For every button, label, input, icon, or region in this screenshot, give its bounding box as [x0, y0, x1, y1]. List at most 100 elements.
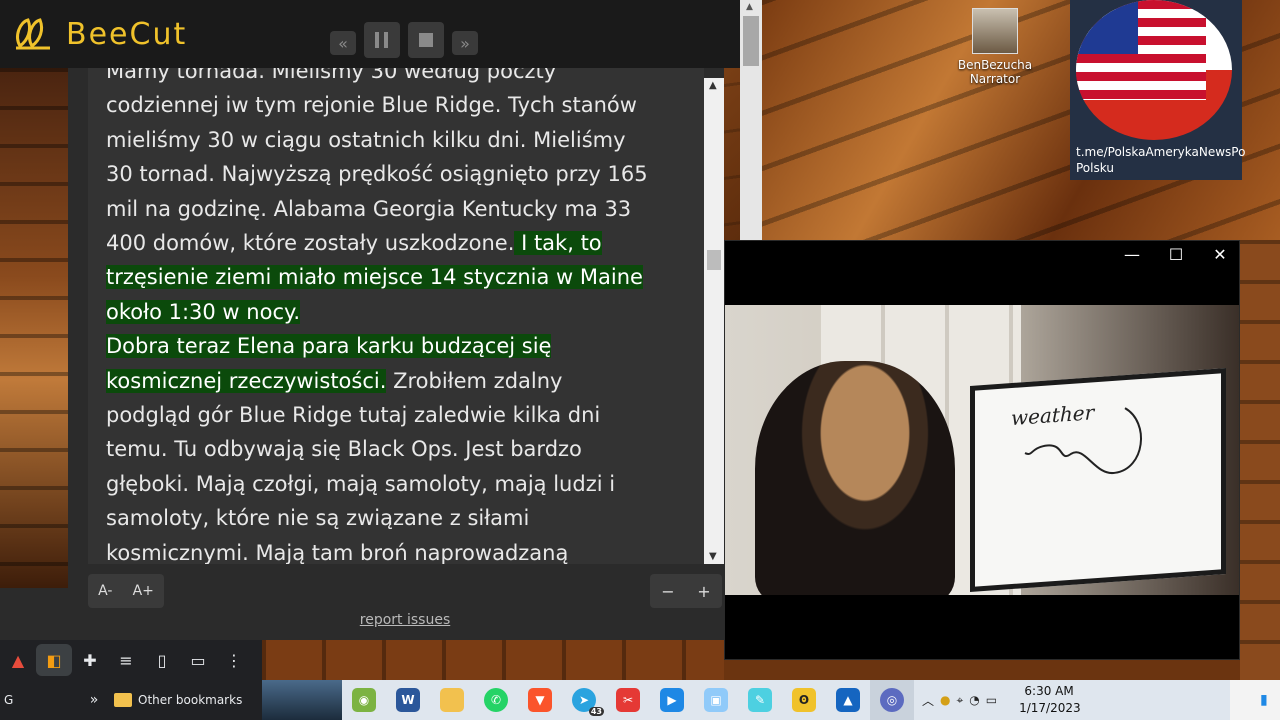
bookmarks-more-button[interactable]: » [74, 692, 114, 708]
taskbar-app-media[interactable]: ▶ [650, 680, 694, 720]
desktop-icon-label-line2: Narrator [969, 72, 1021, 86]
transcript-line: codziennej iw tym rejonie Blue Ridge. Ty… [106, 88, 686, 122]
transcript-segment: kosmicznymi. Mają tam broń naprowadzaną [106, 540, 569, 564]
taskbar-app-beecut[interactable]: ʘ [782, 680, 826, 720]
taskbar-app-whatsapp[interactable]: ✆ [474, 680, 518, 720]
bookmark-g[interactable]: G [4, 693, 74, 707]
system-clock[interactable]: 6:30 AM 1/17/2023 [1019, 683, 1081, 717]
scroll-down-icon[interactable]: ▼ [709, 551, 717, 562]
system-tray: ︿ ● ⌖ ◔ ▭ [922, 692, 997, 709]
forward-button[interactable]: » [452, 31, 478, 55]
taskbar-app-telegram[interactable]: ➤ 43 [562, 680, 606, 720]
zoom-controls: − + [650, 574, 722, 608]
folder-icon [440, 688, 464, 712]
font-larger-button[interactable]: A+ [133, 583, 154, 599]
taskbar-app-word[interactable]: W [386, 680, 430, 720]
scroll-up-icon[interactable]: ▲ [709, 80, 717, 91]
beecut-extension-icon[interactable]: ◧ [36, 644, 72, 676]
scrollbar-thumb[interactable] [743, 16, 759, 66]
battery-icon[interactable]: ▭ [986, 693, 997, 707]
app-title: BeeCut [66, 16, 188, 52]
other-bookmarks-folder[interactable]: Other bookmarks [114, 693, 242, 707]
media-playlist-icon[interactable]: ≡ [108, 644, 144, 676]
zoom-out-button[interactable]: − [661, 582, 674, 601]
transcript-line: Mamy tornada. Mieliśmy 30 według poczty [106, 68, 686, 88]
narrator-avatar [972, 8, 1018, 54]
whatsapp-icon: ✆ [484, 688, 508, 712]
taskbar-app-chrome[interactable]: ◎ [870, 680, 914, 720]
font-smaller-button[interactable]: A- [98, 583, 112, 599]
taskbar-app-explorer[interactable] [430, 680, 474, 720]
paint-icon: ▣ [704, 688, 728, 712]
video-window: — ☐ ✕ weather [724, 240, 1240, 660]
video-frame[interactable]: weather [725, 305, 1239, 595]
wifi-icon[interactable]: ◔ [969, 693, 979, 707]
flag-circle-icon [1076, 0, 1232, 140]
transcript-line: głęboki. Mają czołgi, mają samoloty, maj… [106, 467, 686, 501]
transcript-segment: Mamy tornada. Mieliśmy 30 według poczty [106, 68, 557, 83]
transcript-segment: około 1:30 w nocy. [106, 299, 301, 324]
us-flag-canton [1076, 0, 1138, 54]
taskbar-app-notes[interactable]: ✎ [738, 680, 782, 720]
taskbar-app-tools[interactable]: ✂ [606, 680, 650, 720]
report-issues-link[interactable]: report issues [68, 612, 742, 628]
bee-icon [16, 18, 50, 50]
brave-icon: ▼ [528, 688, 552, 712]
transcript-line: samoloty, które nie są związane z siłami [106, 501, 686, 535]
taskbar-app-android[interactable]: ◉ [342, 680, 386, 720]
transcript-scrollbar[interactable]: ▲ ▼ [704, 78, 724, 564]
browser-toolbar: ▲ ◧ ✚ ≡ ▯ ▭ ⋮ [0, 640, 262, 680]
page-scrollbar[interactable]: ▲ [740, 0, 762, 260]
transcript-segment: podgląd gór Blue Ridge tutaj zaledwie ki… [106, 403, 601, 428]
rewind-icon: « [338, 33, 348, 53]
wallpaper-wood-left [0, 68, 70, 588]
transcript-segment: temu. Tu odbywają się Black Ops. Jest ba… [106, 437, 582, 462]
left-panel-bg [0, 588, 68, 640]
stop-icon [419, 33, 433, 47]
minimize-icon[interactable]: — [1121, 245, 1143, 264]
close-icon[interactable]: ✕ [1209, 245, 1231, 264]
desktop-icon-label-line1: BenBezucha [957, 58, 1033, 72]
transcript-panel: Mamy tornada. Mieliśmy 30 według poczty c… [68, 68, 724, 640]
transcript-text-area[interactable]: Mamy tornada. Mieliśmy 30 według poczty c… [88, 68, 704, 564]
wallet-icon[interactable]: ▭ [180, 644, 216, 676]
taskbar-app-paint[interactable]: ▣ [694, 680, 738, 720]
transcript-line: podgląd gór Blue Ridge tutaj zaledwie ki… [106, 398, 686, 432]
triangle-extension-icon[interactable]: ▲ [0, 644, 36, 676]
folder-icon [114, 693, 132, 707]
stop-button[interactable] [408, 22, 444, 58]
tools-icon: ✂ [616, 688, 640, 712]
maximize-icon[interactable]: ☐ [1165, 245, 1187, 264]
wallpaper-wood-bottom [262, 640, 724, 680]
transcript-line: mil na godzinę. Alabama Georgia Kentucky… [106, 192, 686, 226]
transcript-line: około 1:30 w nocy. [106, 295, 686, 329]
transcript-line: kosmicznymi. Mają tam broń naprowadzaną [106, 536, 686, 564]
pause-button[interactable] [364, 22, 400, 58]
transcript-segment: głęboki. Mają czołgi, mają samoloty, maj… [106, 471, 616, 496]
transcript-scroll-thumb[interactable] [707, 250, 721, 270]
zoom-in-button[interactable]: + [697, 582, 710, 601]
taskbar-app-photos[interactable]: ▲ [826, 680, 870, 720]
wallpaper-wood-right [1240, 240, 1280, 680]
side-panel-icon[interactable]: ▯ [144, 644, 180, 676]
transcript-segment: mieliśmy 30 w ciągu ostatnich kilku dni.… [106, 127, 626, 152]
transcript-content: Mamy tornada. Mieliśmy 30 według poczty c… [106, 68, 686, 564]
tray-app-icon[interactable]: ● [940, 693, 950, 707]
desktop-icon-narrator[interactable]: BenBezucha Narrator [950, 8, 1040, 86]
menu-icon[interactable]: ⋮ [216, 644, 252, 676]
transcript-segment: 400 domów, które zostały uszkodzone. [106, 231, 515, 256]
telegram-icon: ➤ 43 [572, 688, 604, 716]
taskbar-app-brave[interactable]: ▼ [518, 680, 562, 720]
location-icon[interactable]: ⌖ [957, 693, 964, 708]
notes-icon: ✎ [748, 688, 772, 712]
tray-overflow-icon[interactable]: ︿ [922, 692, 934, 709]
scroll-up-icon[interactable]: ▲ [746, 2, 753, 12]
transcript-line: mieliśmy 30 w ciągu ostatnich kilku dni.… [106, 123, 686, 157]
wallpaper-wood-bottom-right [724, 660, 1240, 680]
rewind-button[interactable]: « [330, 31, 356, 55]
beecut-header: BeeCut « » [0, 0, 740, 68]
transcript-line: trzęsienie ziemi miało miejsce 14 styczn… [106, 260, 686, 294]
notification-area[interactable]: ▮ [1230, 680, 1280, 720]
puzzle-extensions-icon[interactable]: ✚ [72, 644, 108, 676]
chrome-icon: ◎ [880, 688, 904, 712]
